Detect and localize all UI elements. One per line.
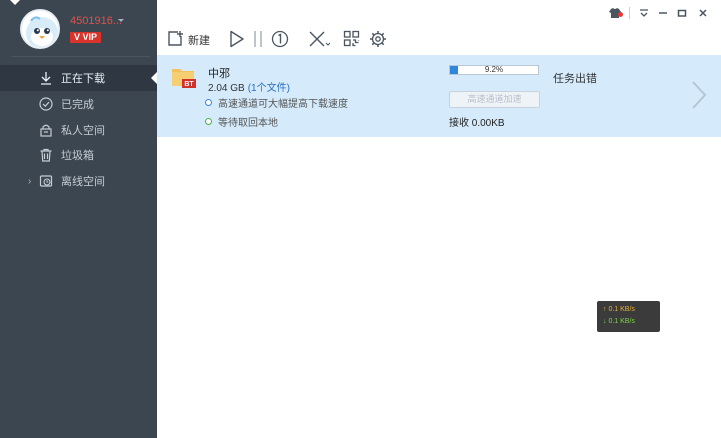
task-hint-text: 高速通道可大幅提高下载速度: [218, 99, 348, 110]
upload-speed: ↑ 0.1 KB/s: [603, 306, 635, 313]
sidebar-item-label: 正在下载: [61, 73, 105, 85]
qr-code-button[interactable]: [343, 28, 360, 52]
titlebar-separator: [628, 5, 632, 21]
bt-badge: BT: [184, 81, 194, 88]
download-speed: ↓ 0.1 KB/s: [603, 318, 635, 325]
chevron-right-icon[interactable]: [689, 79, 709, 111]
task-hint-highspeed[interactable]: 高速通道可大幅提高下载速度: [205, 95, 348, 110]
menu-caret-icon[interactable]: [10, 0, 20, 5]
check-circle-icon: [38, 96, 54, 112]
progress-text: 9.2%: [484, 65, 504, 74]
minimize-icon[interactable]: [655, 5, 671, 21]
trash-icon: [38, 147, 54, 163]
sidebar-item-label: 垃圾箱: [61, 150, 94, 162]
new-icon: [167, 30, 184, 50]
settings-button[interactable]: [369, 28, 387, 52]
vip-label: VIP: [82, 32, 98, 42]
received-amount: 接收 0.00KB: [449, 118, 505, 129]
play-icon: [229, 30, 245, 51]
task-status: 任务出错: [553, 73, 597, 85]
sidebar-item-label: 离线空间: [61, 176, 105, 188]
task-row[interactable]: BT 中邪 2.04 GB (1个文件) 高速通道可大幅提高下载速度 等待取回本地…: [157, 55, 721, 137]
task-size-line: 2.04 GB (1个文件): [208, 79, 290, 94]
number-one-icon: [271, 30, 289, 51]
main-menu-icon[interactable]: [636, 5, 652, 21]
toolbar: 新建: [157, 28, 721, 54]
sidebar-divider: [12, 56, 150, 57]
sidebar-item-label: 已完成: [61, 99, 94, 111]
start-button[interactable]: [229, 28, 245, 52]
title-bar: [157, 0, 721, 28]
pause-button[interactable]: [253, 28, 263, 52]
status-dot-icon: [205, 99, 212, 106]
pause-icon: [253, 30, 263, 51]
notification-dot-icon: [617, 6, 623, 22]
sidebar-item-offline-space[interactable]: › 离线空间: [0, 168, 157, 194]
lock-icon: [38, 122, 54, 138]
vip-badge[interactable]: V VIP: [70, 32, 102, 43]
user-dropdown-icon[interactable]: [118, 19, 124, 22]
task-hint-text: 等待取回本地: [218, 118, 278, 129]
delete-button[interactable]: [308, 28, 331, 52]
progress-bar: 9.2%: [449, 65, 539, 75]
high-speed-accel-button[interactable]: 高速通道加速: [449, 91, 540, 108]
gear-icon: [369, 30, 387, 51]
new-task-label: 新建: [188, 35, 210, 47]
sidebar-item-label: 私人空间: [61, 125, 105, 137]
sidebar-item-private-space[interactable]: 私人空间: [0, 117, 157, 143]
close-icon[interactable]: [695, 5, 711, 21]
download-icon: [38, 70, 54, 86]
task-hint-retrieve: 等待取回本地: [205, 114, 278, 129]
priority-button[interactable]: [271, 28, 289, 52]
delete-x-icon: [308, 30, 331, 51]
expand-arrow-icon[interactable]: ›: [28, 176, 31, 187]
sidebar-item-downloading[interactable]: 正在下载: [0, 65, 157, 91]
username[interactable]: 4501916...: [70, 15, 122, 27]
speed-widget[interactable]: ↑ 0.1 KB/s ↓ 0.1 KB/s: [597, 301, 660, 332]
maximize-icon[interactable]: [674, 5, 690, 21]
task-size: 2.04 GB: [208, 83, 245, 94]
sidebar-item-completed[interactable]: 已完成: [0, 91, 157, 117]
new-task-button[interactable]: 新建: [167, 28, 210, 52]
sidebar: 4501916... V VIP 正在下载 已完成 私人空间 垃圾箱 › 离线空…: [0, 0, 157, 438]
sidebar-item-trash[interactable]: 垃圾箱: [0, 142, 157, 168]
status-dot-icon: [205, 118, 212, 125]
task-files-link[interactable]: (1个文件): [248, 83, 290, 94]
vip-v-mark: V: [74, 32, 83, 42]
cloud-clock-icon: [38, 173, 54, 189]
qr-code-icon: [343, 30, 360, 50]
avatar[interactable]: [20, 9, 60, 49]
